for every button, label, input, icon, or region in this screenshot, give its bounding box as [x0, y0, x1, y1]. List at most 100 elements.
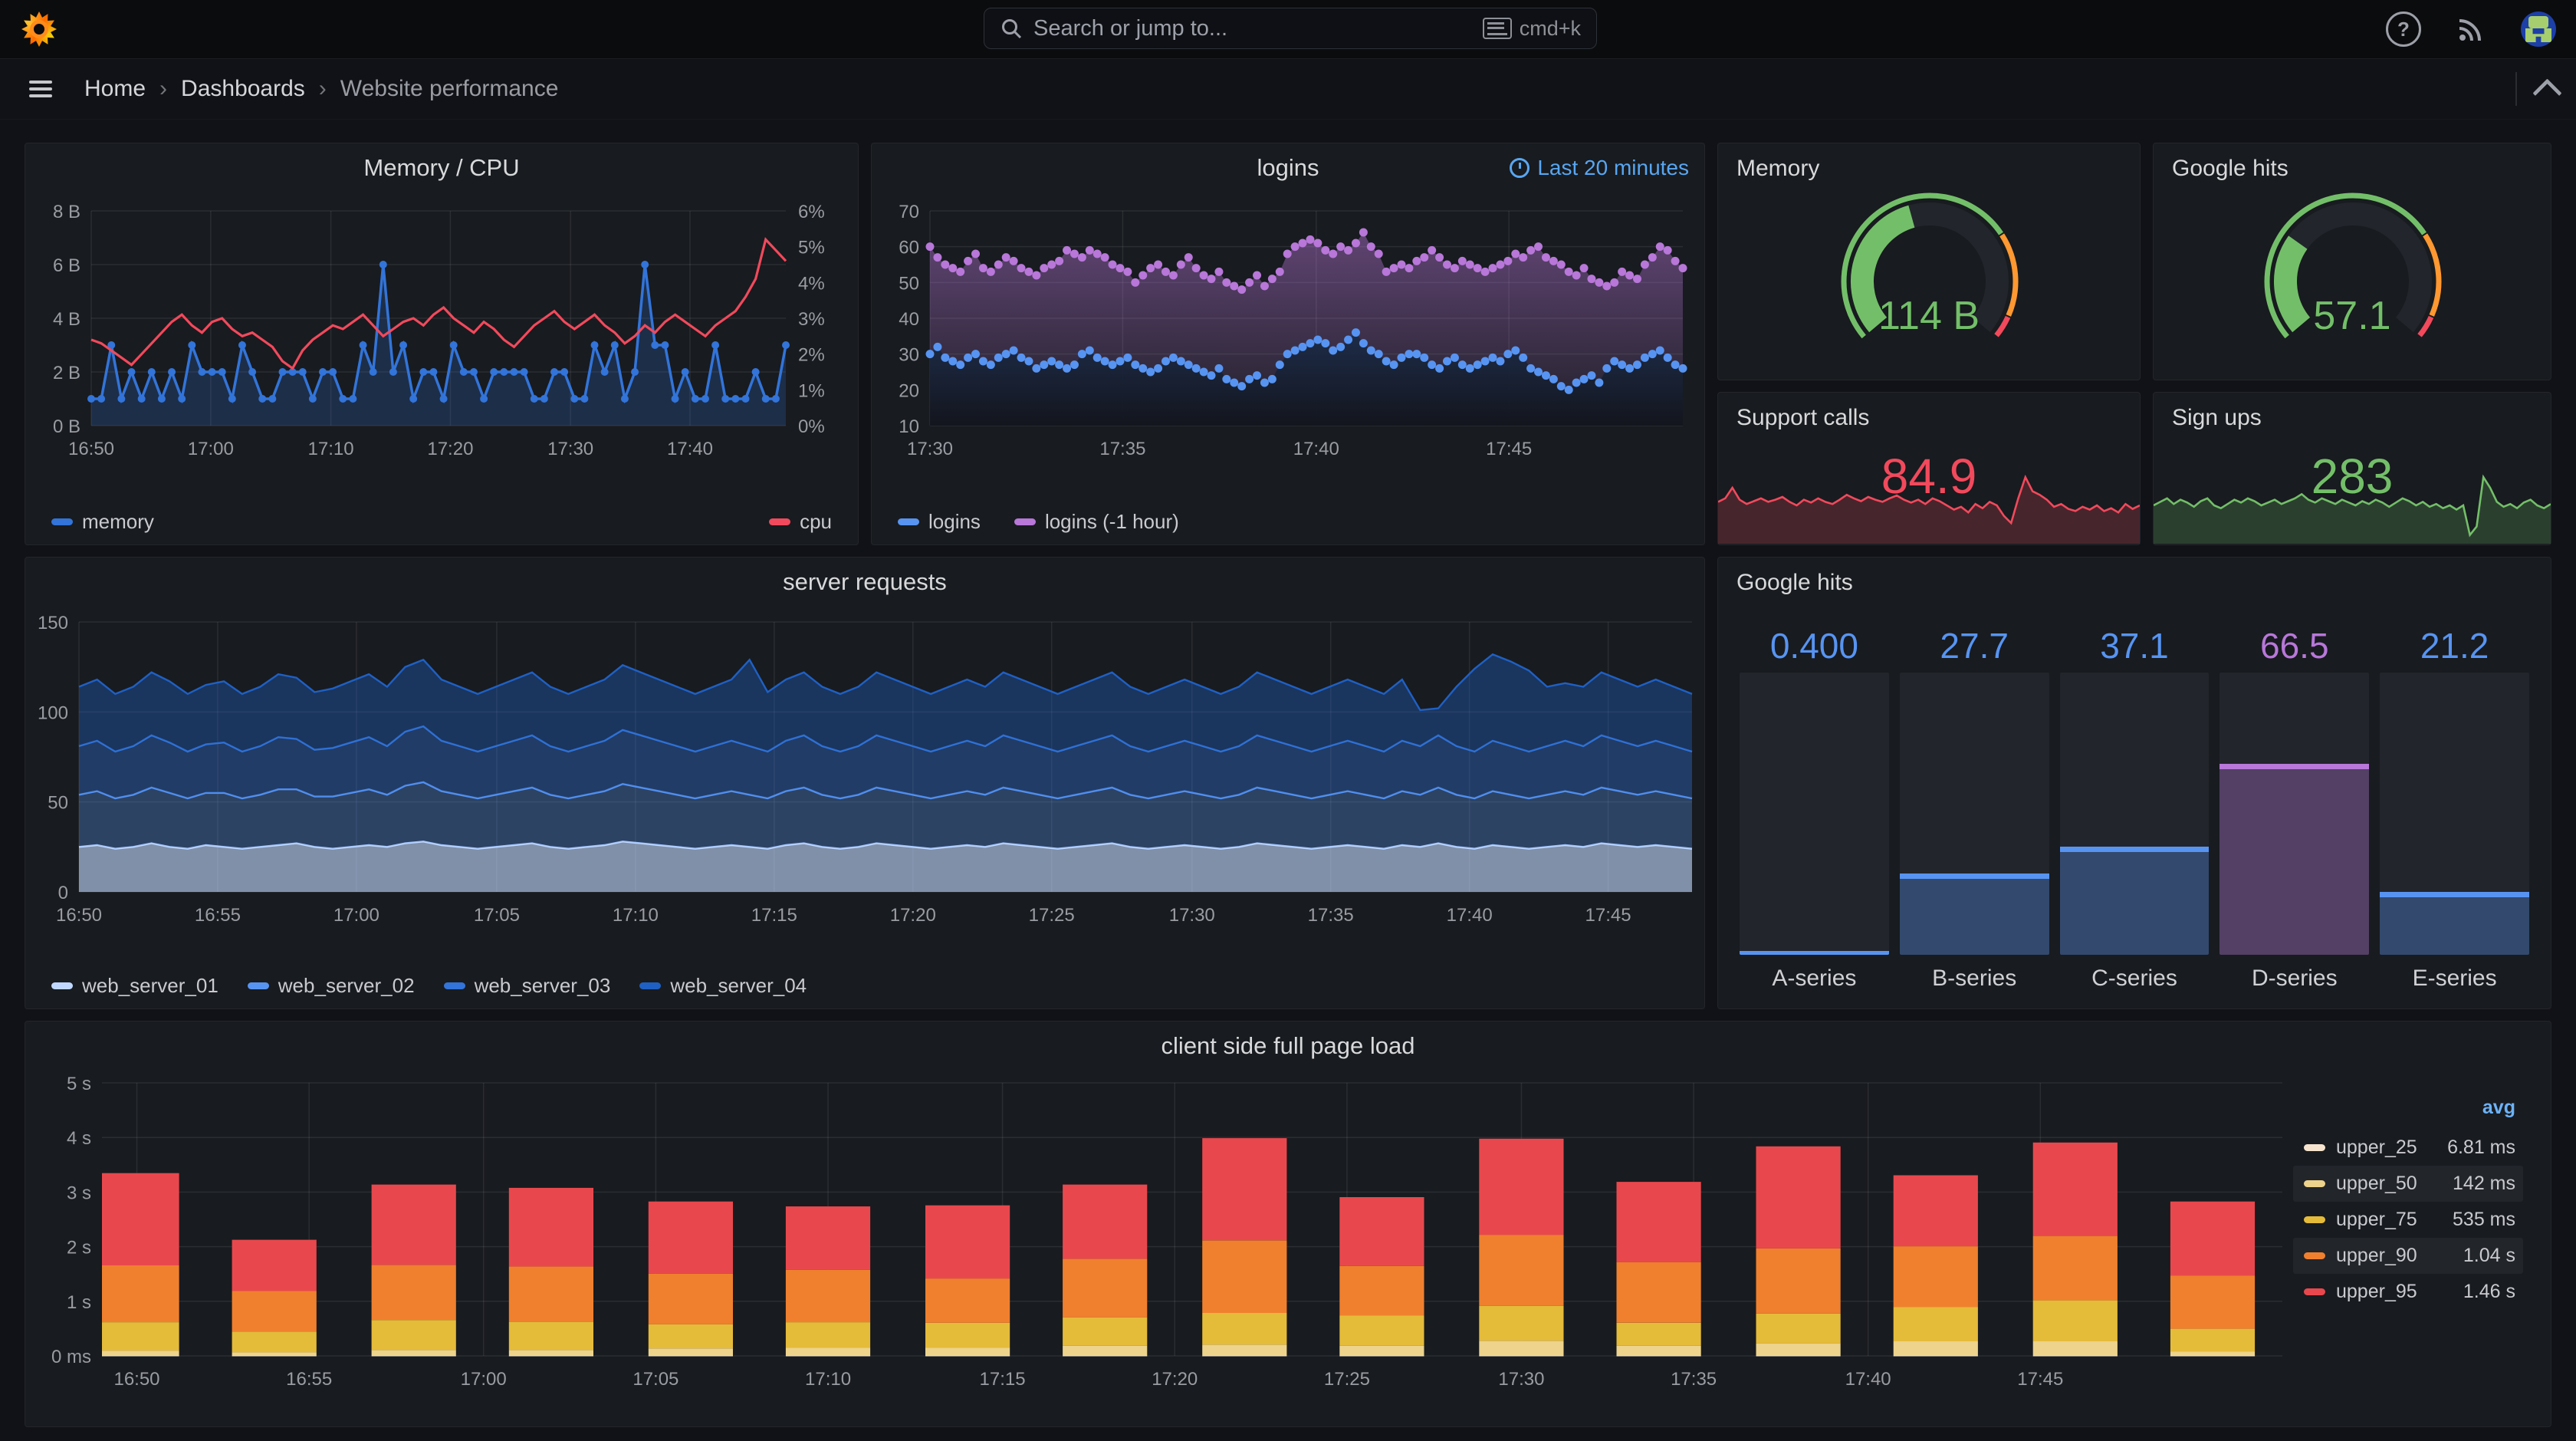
svg-text:4 B: 4 B: [53, 309, 80, 330]
panel-client-page-load: client side full page load 16:50 16:55 17:…: [25, 1021, 2551, 1427]
menu-icon[interactable]: [29, 81, 52, 97]
svg-text:17:10: 17:10: [613, 905, 659, 926]
client-legend-table: avg upper_25 6.81 ms upper_50 142 ms upper…: [2293, 1092, 2523, 1310]
stat-value: 84.9: [1881, 449, 1977, 504]
breadcrumb: Home › Dashboards › Website performance: [84, 76, 558, 102]
svg-text:3%: 3%: [798, 309, 825, 330]
panel-server-requests: server requests 16:50 16:55 17:00 17:05 17:1…: [25, 557, 1705, 1009]
legend-item-web-server-02[interactable]: web_server_02: [247, 974, 415, 998]
svg-text:17:00: 17:00: [334, 905, 380, 926]
bar-gauge-e-series: 21.2 E-series: [2380, 619, 2529, 993]
bar-track: [2059, 673, 2210, 955]
legend-item-upper-25[interactable]: upper_25 6.81 ms: [2293, 1130, 2523, 1166]
svg-text:16:55: 16:55: [286, 1369, 332, 1390]
panel-title[interactable]: Google hits: [1737, 570, 1853, 596]
legend-item-logins[interactable]: logins: [898, 510, 981, 534]
breadcrumb-home[interactable]: Home: [84, 76, 146, 102]
svg-text:30: 30: [899, 345, 919, 366]
svg-text:17:45: 17:45: [2017, 1369, 2063, 1390]
svg-text:20: 20: [899, 380, 919, 401]
search-placeholder: Search or jump to...: [1033, 15, 1228, 41]
svg-text:150: 150: [38, 613, 68, 633]
chevron-up-icon[interactable]: [2532, 77, 2562, 108]
memory-gauge: [1841, 192, 2019, 339]
svg-text:17:10: 17:10: [308, 439, 354, 459]
svg-text:17:10: 17:10: [805, 1369, 851, 1390]
user-avatar[interactable]: [2521, 12, 2556, 47]
svg-text:17:35: 17:35: [1099, 439, 1145, 459]
bar-track: [2380, 673, 2529, 955]
svg-text:8 B: 8 B: [53, 202, 80, 222]
svg-text:17:30: 17:30: [547, 439, 593, 459]
panel-title[interactable]: Memory: [1737, 156, 1819, 182]
memory-cpu-chart: 16:50 17:00 17:10 17:20 17:30 17:40 8 B 6 B 4 B 2…: [53, 202, 825, 459]
legend-avg-header[interactable]: avg: [2293, 1092, 2523, 1130]
svg-text:17:40: 17:40: [667, 439, 713, 459]
svg-text:17:15: 17:15: [751, 905, 797, 926]
bar-track: [1899, 673, 2049, 955]
legend-item-memory[interactable]: memory: [51, 510, 154, 534]
panel-title[interactable]: Google hits: [2172, 156, 2288, 182]
svg-text:50: 50: [48, 793, 68, 814]
bar-label: A-series: [1772, 966, 1857, 991]
svg-text:17:45: 17:45: [1585, 905, 1631, 926]
client-page-load-chart: 16:50 16:55 17:00 17:05 17:10 17:15 17:20 17:25…: [51, 1074, 2282, 1390]
svg-text:4%: 4%: [798, 273, 825, 294]
panel-title[interactable]: Sign ups: [2172, 405, 2262, 431]
bar-label: C-series: [2091, 966, 2177, 991]
panel-google-gauge: Google hits 57.1: [2153, 143, 2551, 380]
help-icon[interactable]: ?: [2386, 12, 2421, 47]
svg-text:100: 100: [38, 702, 68, 723]
svg-text:17:40: 17:40: [1845, 1369, 1891, 1390]
breadcrumb-bar: Home › Dashboards › Website performance: [0, 59, 2576, 120]
legend-item-web-server-04[interactable]: web_server_04: [639, 974, 807, 998]
svg-text:17:35: 17:35: [1671, 1369, 1717, 1390]
bar-value: 27.7: [1940, 626, 2009, 666]
bar-label: D-series: [2251, 966, 2338, 991]
svg-text:17:25: 17:25: [1029, 905, 1075, 926]
svg-text:17:15: 17:15: [980, 1369, 1026, 1390]
search-input[interactable]: Search or jump to... cmd+k: [984, 8, 1597, 49]
svg-text:3 s: 3 s: [67, 1183, 91, 1203]
svg-text:17:40: 17:40: [1447, 905, 1493, 926]
grafana-logo-icon[interactable]: [21, 12, 57, 47]
svg-text:17:40: 17:40: [1293, 439, 1339, 459]
panel-title[interactable]: Memory / CPU: [25, 154, 858, 182]
panel-title[interactable]: Support calls: [1737, 405, 1869, 431]
bar-value: 0.400: [1769, 626, 1858, 666]
breadcrumb-dashboards[interactable]: Dashboards: [181, 76, 305, 102]
chevron-right-icon: ›: [318, 76, 327, 101]
dashboard-grid: Memory / CPU 16:50 17:00 17:10 17:20 17:30 17…: [0, 120, 2576, 1441]
svg-text:17:45: 17:45: [1486, 439, 1532, 459]
panel-title[interactable]: server requests: [25, 568, 1704, 596]
panel-support-calls: Support calls 84.9: [1717, 392, 2141, 545]
stat-value: 283: [2311, 449, 2394, 504]
legend-item-upper-95[interactable]: upper_95 1.46 s: [2293, 1274, 2523, 1310]
legend-item-web-server-01[interactable]: web_server_01: [51, 974, 219, 998]
legend-item-upper-90[interactable]: upper_90 1.04 s: [2293, 1238, 2523, 1274]
legend-item-logins-prev[interactable]: logins (-1 hour): [1014, 510, 1179, 534]
chevron-right-icon: ›: [159, 76, 168, 101]
time-range-badge[interactable]: Last 20 minutes: [1510, 156, 1689, 180]
bar-label: E-series: [2412, 966, 2497, 991]
svg-text:40: 40: [899, 309, 919, 330]
bar-gauge-a-series: 0.400 A-series: [1740, 619, 1889, 993]
svg-text:17:25: 17:25: [1324, 1369, 1370, 1390]
svg-text:17:20: 17:20: [427, 439, 473, 459]
breadcrumb-current: Website performance: [340, 76, 559, 101]
svg-text:6%: 6%: [798, 202, 825, 222]
news-rss-icon[interactable]: [2455, 13, 2487, 45]
legend-item-upper-75[interactable]: upper_75 535 ms: [2293, 1202, 2523, 1238]
svg-text:17:30: 17:30: [907, 439, 953, 459]
panel-title[interactable]: client side full page load: [25, 1032, 2551, 1060]
svg-text:2 B: 2 B: [53, 363, 80, 383]
svg-text:16:50: 16:50: [68, 439, 114, 459]
legend-item-cpu[interactable]: cpu: [769, 510, 832, 534]
bar-track: [2220, 673, 2370, 955]
bar-gauge-c-series: 37.1 C-series: [2059, 619, 2210, 993]
legend-item-web-server-03[interactable]: web_server_03: [443, 974, 610, 998]
legend-item-upper-50[interactable]: upper_50 142 ms: [2293, 1166, 2523, 1202]
search-icon: [1002, 19, 1022, 39]
bar-gauge-d-series: 66.5 D-series: [2220, 619, 2370, 993]
panel-sign-ups: Sign ups 283: [2153, 392, 2551, 545]
